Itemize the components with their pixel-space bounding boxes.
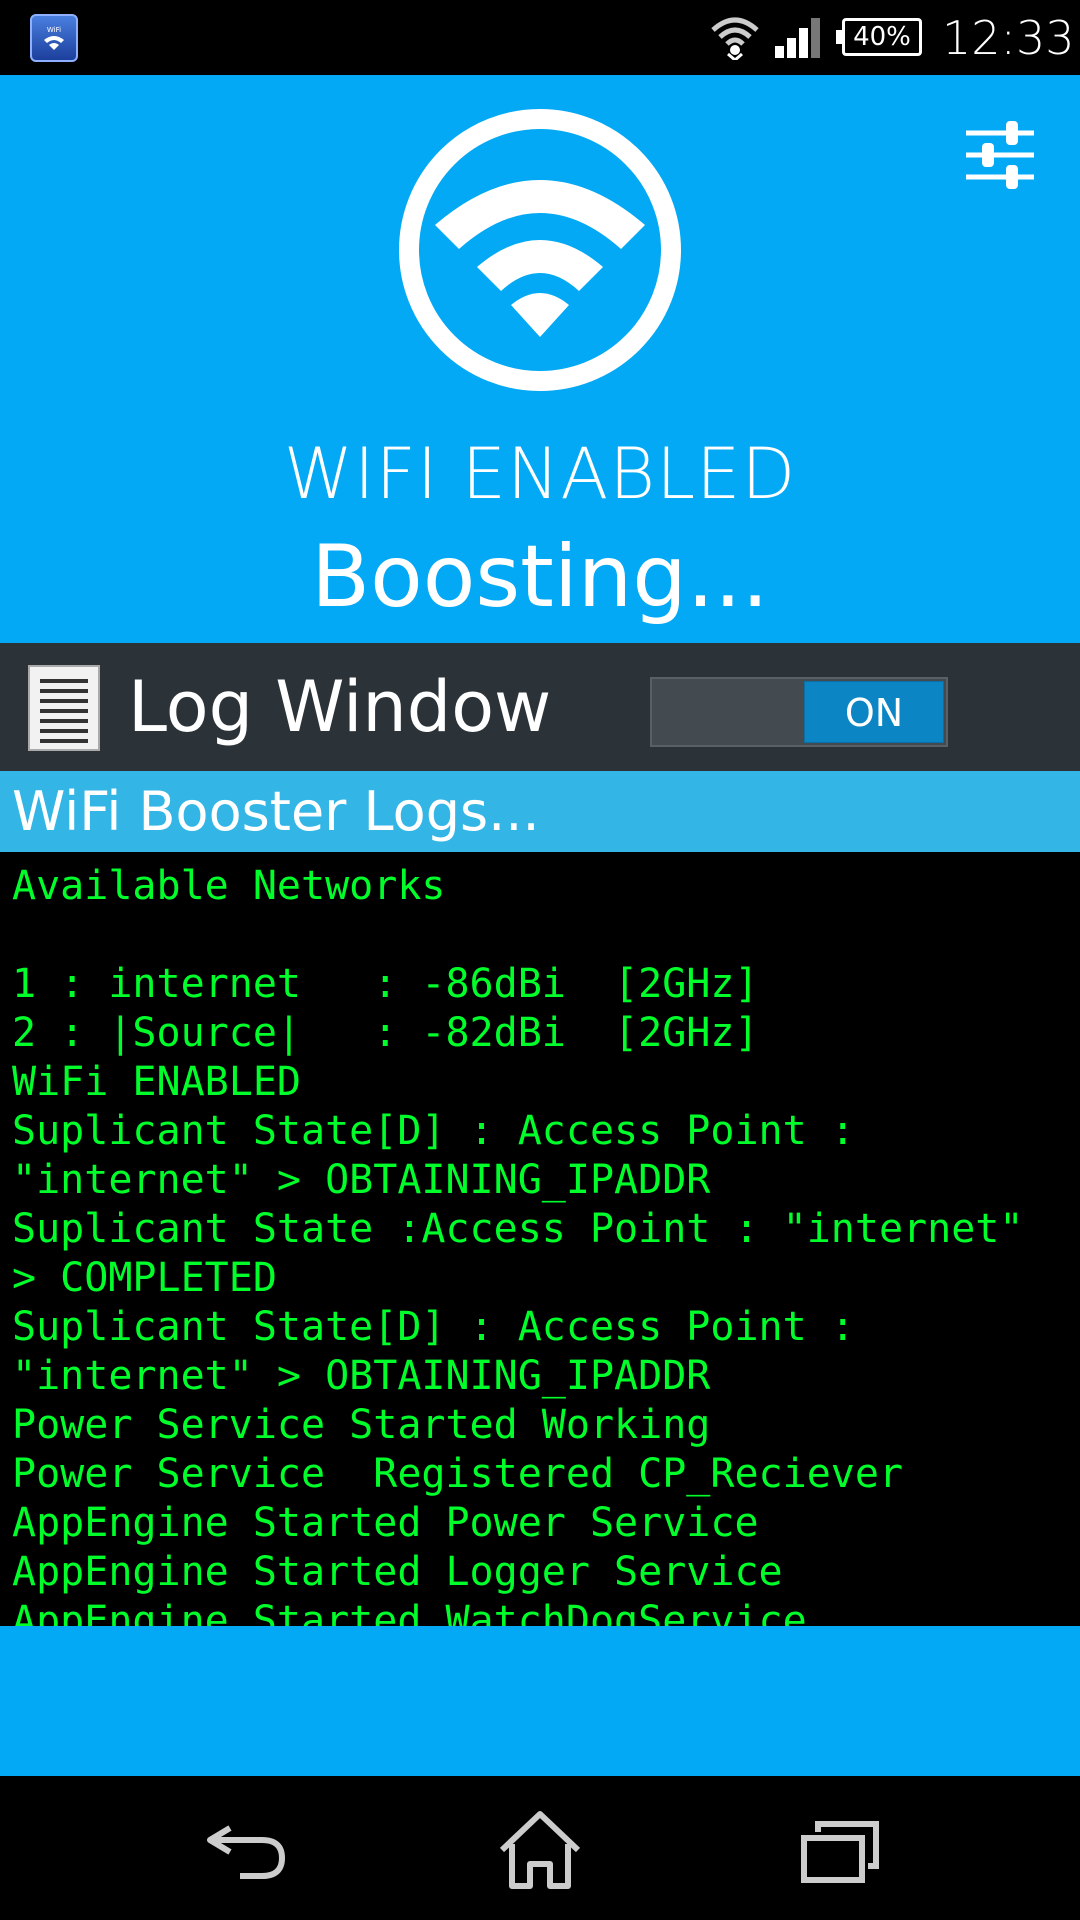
wifi-signal-icon (711, 17, 759, 60)
log-line: Suplicant State[D] : Access Point : (12, 1108, 855, 1154)
log-line: 2 : |Source| : -82dBi [2GHz] (12, 1010, 759, 1056)
app-icon-label: WiFi (46, 26, 62, 34)
navigation-bar (0, 1776, 1080, 1920)
log-line: AppEngine Started Logger Service (12, 1549, 783, 1595)
wifi-circle-icon[interactable] (395, 105, 685, 395)
log-console[interactable]: Available Networks 1 : internet : -86dBi … (0, 852, 1080, 1626)
log-line: "internet" > OBTAINING_IPADDR (12, 1157, 711, 1203)
log-line: > COMPLETED (12, 1255, 277, 1301)
battery-indicator: 40% (836, 18, 922, 56)
log-line: WiFi ENABLED (12, 1059, 301, 1105)
log-line: Power Service Registered CP_Reciever (12, 1451, 904, 1497)
sliders-icon[interactable] (960, 115, 1040, 195)
status-clock: 12:33 (942, 11, 1075, 65)
footer-strip (0, 1626, 1080, 1776)
log-window-bar: Log Window ON (0, 643, 1080, 771)
back-icon[interactable] (200, 1806, 300, 1896)
log-window-title: Log Window (128, 666, 552, 748)
log-line: AppEngine Started Power Service (12, 1500, 759, 1546)
boosting-text: Boosting... (311, 527, 769, 627)
cell-signal-icon (775, 18, 820, 58)
log-line: Suplicant State :Access Point : "interne… (12, 1206, 1024, 1252)
recents-icon[interactable] (790, 1806, 890, 1896)
log-line: Available Networks (12, 863, 446, 909)
wifi-booster-app-icon: WiFi (30, 14, 78, 62)
hero-panel: WIFI ENABLED Boosting... (0, 75, 1080, 643)
log-line: "internet" > OBTAINING_IPADDR (12, 1353, 711, 1399)
log-line: 1 : internet : -86dBi [2GHz] (12, 961, 759, 1007)
app-icon-wifi-glyph (44, 36, 64, 50)
wifi-status-text: WIFI ENABLED (0, 433, 1080, 515)
home-icon[interactable] (490, 1806, 590, 1896)
log-line: Power Service Started Working (12, 1402, 711, 1448)
log-line: Suplicant State[D] : Access Point : (12, 1304, 855, 1350)
screen: WiFi 40% 12:33 WIFI ENABLED Boosting... … (0, 0, 1080, 1920)
log-line: AppEngine Started WatchDogService (12, 1598, 807, 1626)
status-bar: WiFi 40% 12:33 (0, 0, 1080, 75)
document-list-icon (28, 665, 100, 751)
toggle-on-label[interactable]: ON (804, 681, 944, 743)
log-window-toggle[interactable]: ON (650, 677, 948, 747)
logs-header: WiFi Booster Logs... (0, 771, 1080, 852)
wifi-status-label: WIFI ENABLED (283, 433, 797, 515)
